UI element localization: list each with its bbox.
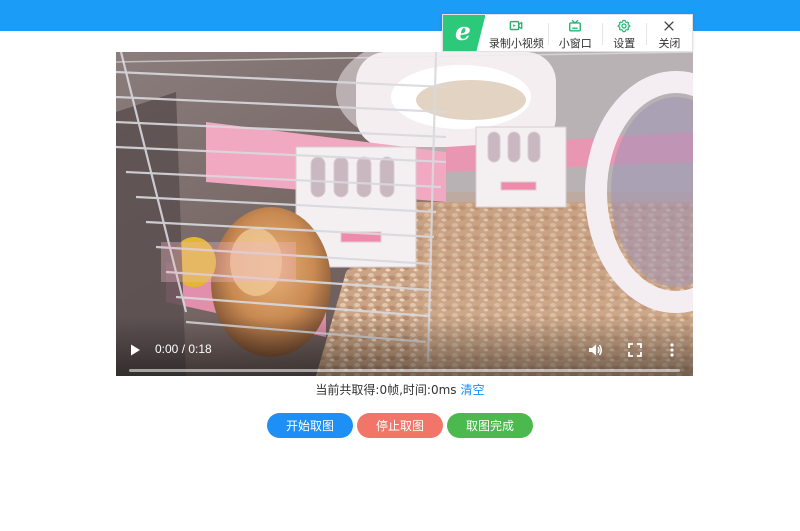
video-progress-bar[interactable]	[129, 369, 680, 372]
record-video-label: 录制小视频	[488, 37, 544, 50]
video-time: 0:00 / 0:18	[155, 342, 212, 356]
video-controls: 0:00 / 0:18	[116, 316, 693, 376]
tv-icon	[569, 19, 582, 32]
start-capture-button[interactable]: 开始取图	[267, 413, 353, 438]
gear-icon	[617, 19, 631, 33]
app-logo: e	[443, 15, 485, 51]
settings-button[interactable]: 设置	[603, 15, 646, 51]
fullscreen-icon[interactable]	[628, 343, 642, 357]
capture-status: 当前共取得:0帧,时间:0ms 清空	[0, 381, 800, 398]
record-video-button[interactable]: 录制小视频	[485, 15, 548, 51]
close-button[interactable]: 关闭	[647, 15, 692, 51]
close-icon	[664, 21, 675, 31]
video-record-icon	[510, 20, 523, 31]
more-options-icon[interactable]	[668, 342, 676, 358]
mini-window-label: 小窗口	[558, 37, 592, 50]
close-label: 关闭	[658, 37, 681, 50]
play-icon[interactable]	[128, 343, 142, 357]
finish-capture-button[interactable]: 取图完成	[447, 413, 533, 438]
logo-letter: e	[455, 17, 471, 46]
settings-label: 设置	[613, 37, 636, 50]
action-buttons: 开始取图 停止取图 取图完成	[0, 413, 800, 438]
capture-status-text: 当前共取得:0帧,时间:0ms	[315, 383, 457, 397]
mini-window-button[interactable]: 小窗口	[549, 15, 602, 51]
video-player[interactable]: 0:00 / 0:18	[116, 52, 693, 376]
floating-toolbar: e 录制小视频 小窗口 设置 关闭	[442, 14, 693, 52]
volume-icon[interactable]	[587, 342, 603, 358]
stop-capture-button[interactable]: 停止取图	[357, 413, 443, 438]
clear-link[interactable]: 清空	[461, 383, 485, 397]
